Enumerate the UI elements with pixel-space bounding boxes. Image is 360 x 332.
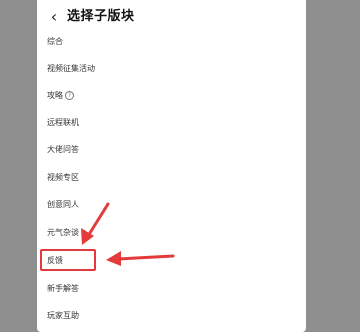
item-label: 攻略? (47, 90, 74, 102)
item-label: 远程联机 (47, 118, 79, 127)
subsection-picker-sheet: ‹ 选择子版块 综合 视频征集活动 攻略? 远程联机 大佬问答 视频专区 创意同… (37, 0, 306, 332)
subsection-item-视频征集活动[interactable]: 视频征集活动 (37, 57, 306, 83)
subsection-item-综合[interactable]: 综合 (37, 30, 306, 56)
subsection-item-元气杂谈[interactable]: 元气杂谈 (37, 221, 306, 247)
subsection-item-创意同人[interactable]: 创意同人 (37, 193, 306, 219)
subsection-item-远程联机[interactable]: 远程联机 (37, 111, 306, 137)
subsection-item-视频专区[interactable]: 视频专区 (37, 166, 306, 192)
item-label: 视频征集活动 (47, 64, 95, 73)
item-label: 视频专区 (47, 173, 79, 182)
item-label: 大佬问答 (47, 145, 79, 154)
item-label: 新手解答 (47, 284, 79, 293)
item-label: 综合 (47, 37, 63, 46)
page-title: 选择子版块 (67, 9, 135, 24)
highlight-box (40, 249, 96, 271)
help-question-icon[interactable]: ? (65, 91, 74, 100)
item-label: 元气杂谈 (47, 228, 79, 237)
subsection-item-攻略[interactable]: 攻略? (37, 84, 306, 110)
item-label: 玩家互助 (47, 311, 79, 320)
subsection-item-大佬问答[interactable]: 大佬问答 (37, 138, 306, 164)
subsection-item-新手解答[interactable]: 新手解答 (37, 277, 306, 303)
item-label: 创意同人 (47, 200, 79, 209)
back-chevron-icon[interactable]: ‹ (45, 7, 63, 27)
subsection-item-玩家互助[interactable]: 玩家互助 (37, 304, 306, 330)
